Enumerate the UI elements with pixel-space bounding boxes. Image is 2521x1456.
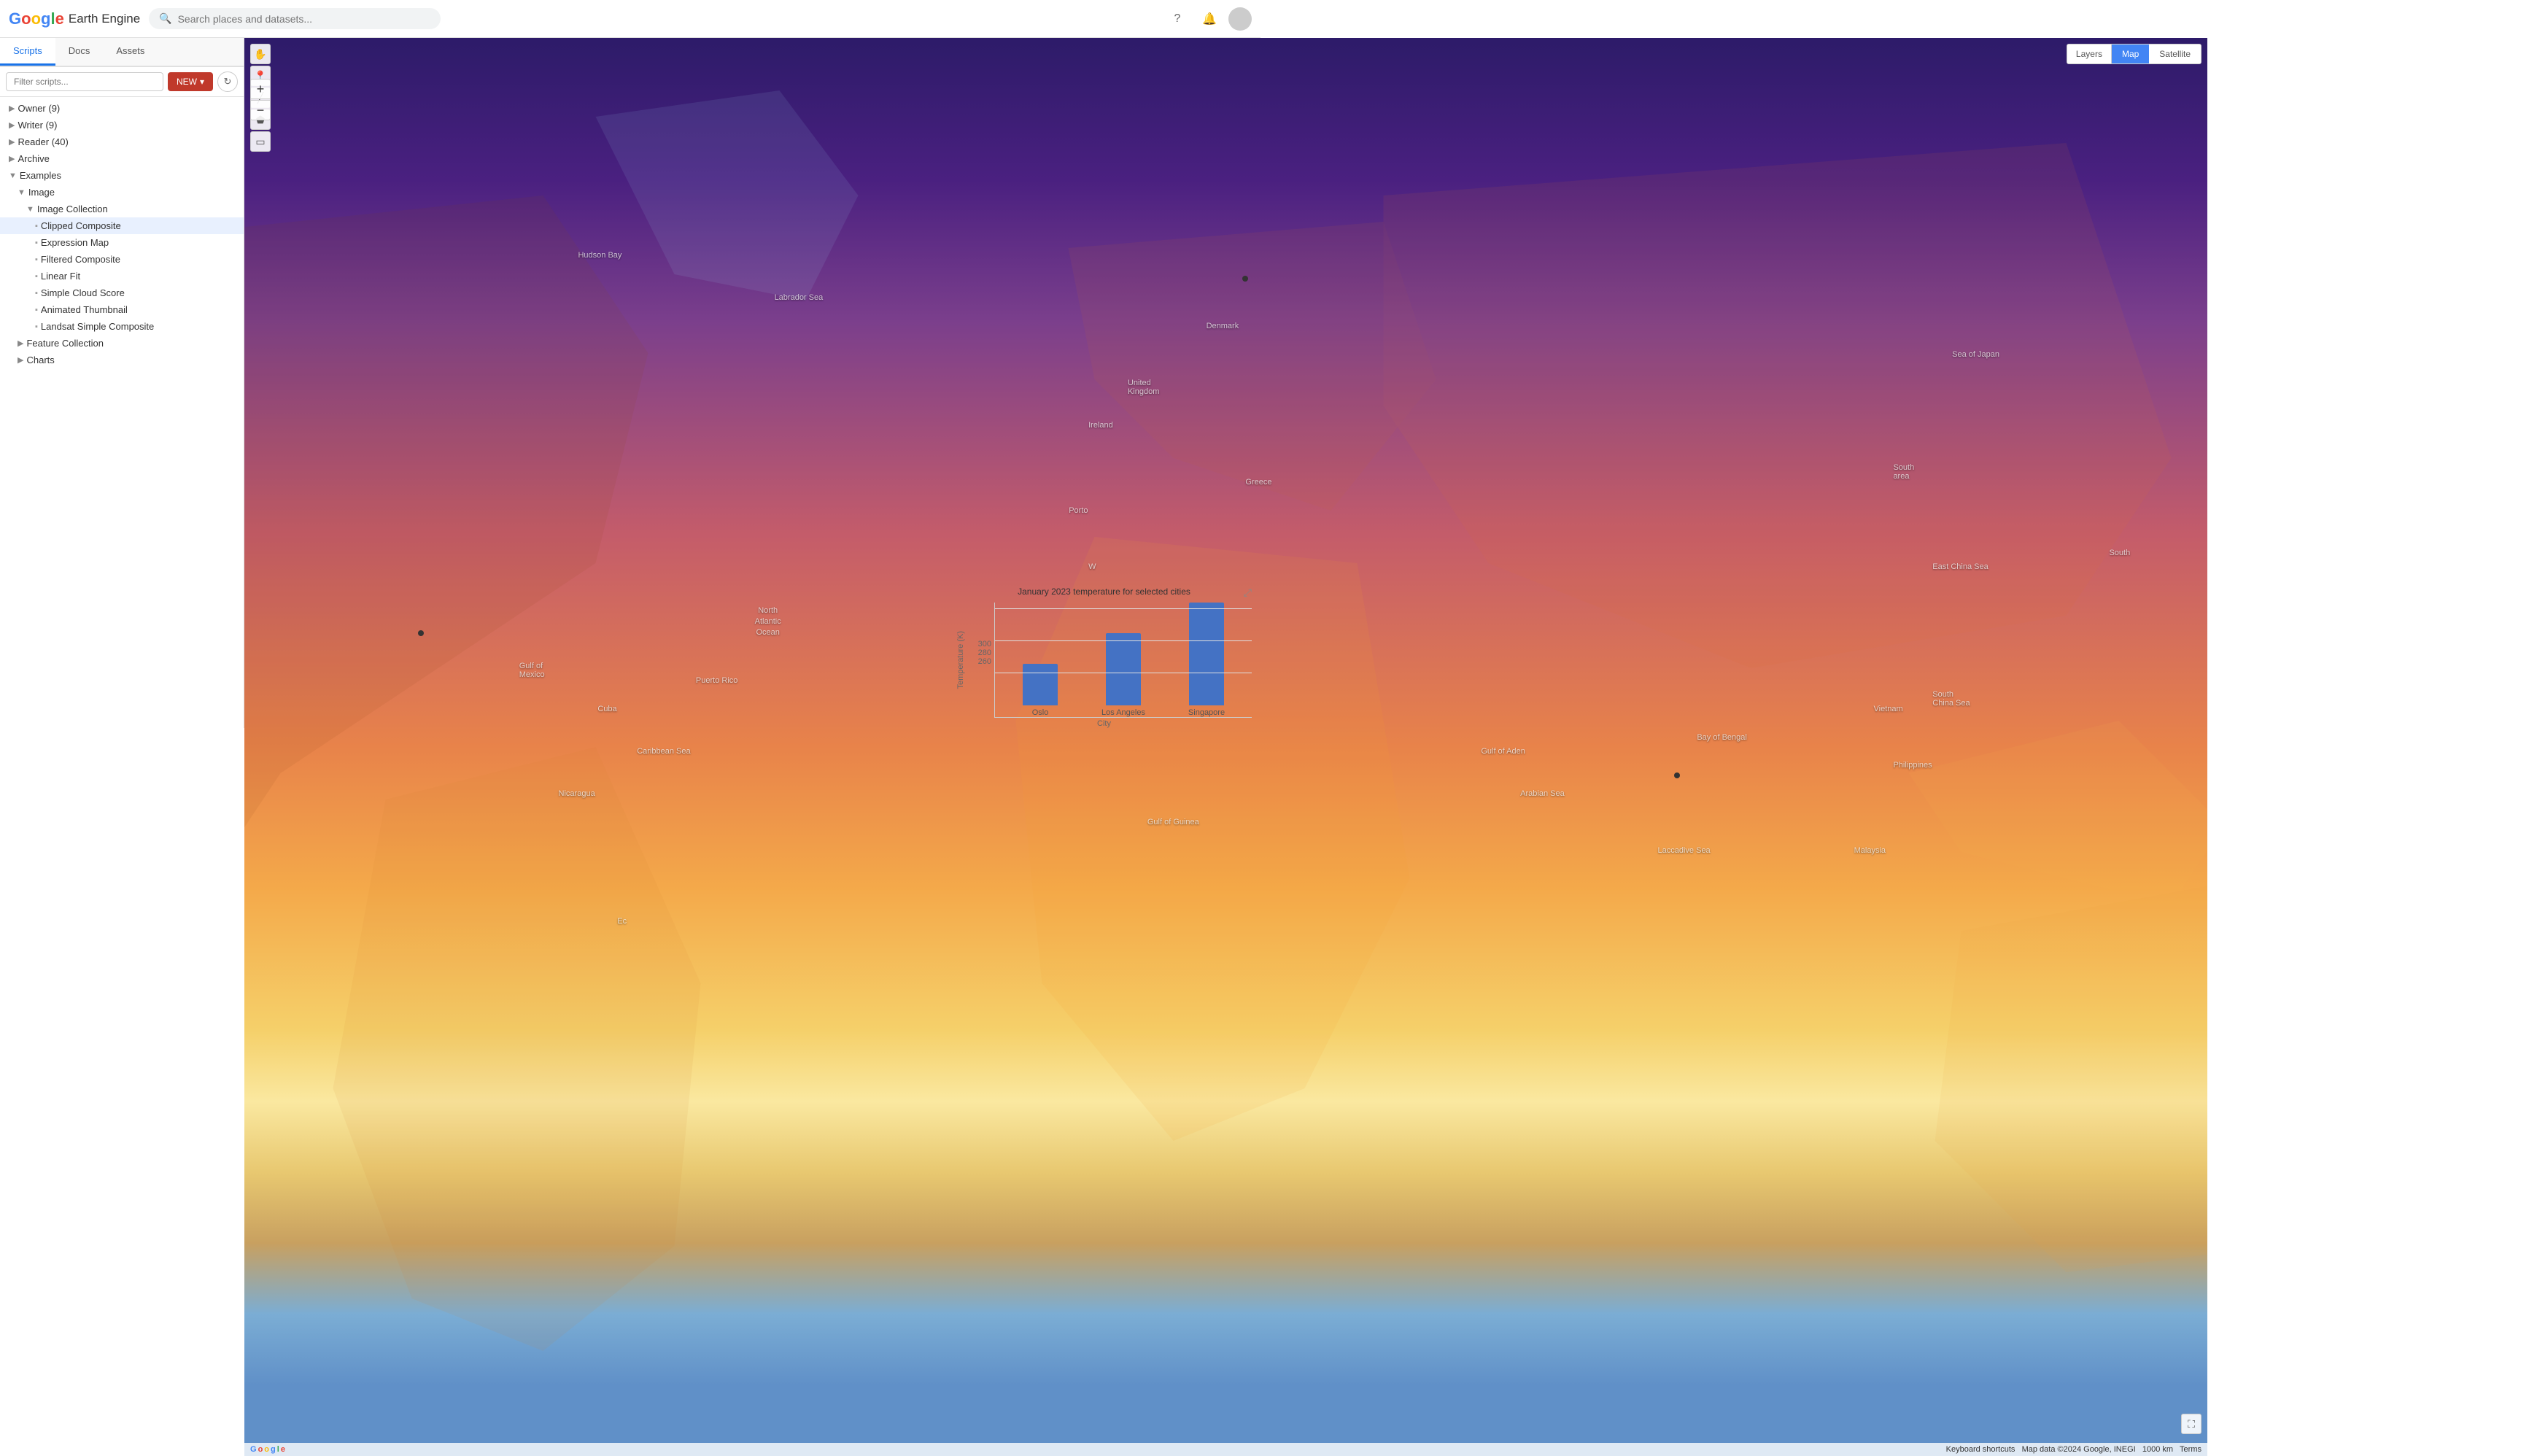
editor-mid-section: New Script * Get Link ▾ Save ▾ Run ▾ Res… <box>244 38 947 728</box>
tree-item-image-collection[interactable]: ▼ Image Collection <box>0 201 244 217</box>
logo-text: Earth Engine <box>69 12 140 26</box>
tree-item-clipped-composite[interactable]: ▪ Clipped Composite <box>0 217 244 234</box>
left-panel: Scripts Docs Assets NEW ▾ ↻ ▶ Owner (9) … <box>0 38 244 728</box>
map-area[interactable]: Hudson Bay Labrador Sea NorthAtlanticOce… <box>244 38 947 728</box>
y-axis-label: Temperature (K) <box>956 631 965 689</box>
search-icon: 🔍 <box>159 12 171 25</box>
tab-assets[interactable]: Assets <box>103 38 158 66</box>
tree-item-owner[interactable]: ▶ Owner (9) <box>0 100 244 117</box>
y-axis: 300 280 260 <box>968 640 994 681</box>
zoom-out-button[interactable]: − <box>250 100 271 120</box>
tree-item-archive[interactable]: ▶ Archive <box>0 150 244 167</box>
search-bar[interactable]: 🔍 <box>149 8 441 29</box>
tree-item-writer[interactable]: ▶ Writer (9) <box>0 117 244 133</box>
search-input[interactable] <box>178 13 431 25</box>
bar-singapore-label: Singapore <box>1188 708 1225 717</box>
map-container[interactable]: Hudson Bay Labrador Sea NorthAtlanticOce… <box>244 38 947 728</box>
zoom-in-button[interactable]: + <box>250 79 271 99</box>
logo: Google Earth Engine <box>9 9 140 28</box>
main: Scripts Docs Assets NEW ▾ ↻ ▶ Owner (9) … <box>0 38 1260 728</box>
tab-docs[interactable]: Docs <box>55 38 104 66</box>
filter-scripts-input[interactable] <box>6 72 163 91</box>
bar-singapore-rect <box>1189 603 1224 705</box>
map-svg <box>244 38 947 728</box>
tree-item-reader[interactable]: ▶ Reader (40) <box>0 133 244 150</box>
left-tabs: Scripts Docs Assets <box>0 38 244 67</box>
avatar[interactable] <box>1228 7 1252 31</box>
rectangle-tool-button[interactable]: ▭ <box>250 131 271 152</box>
tree-item-filtered-composite[interactable]: ▪ Filtered Composite <box>0 251 244 268</box>
bar-singapore: Singapore <box>1176 603 1237 717</box>
bar-oslo: Oslo <box>1010 664 1071 717</box>
bar-los-angeles-label: Los Angeles <box>1101 708 1145 717</box>
refresh-button[interactable]: ↻ <box>217 71 238 92</box>
bar-los-angeles: Los Angeles <box>1093 633 1154 717</box>
tree-item-landsat-composite[interactable]: ▪ Landsat Simple Composite <box>0 318 244 335</box>
header: Google Earth Engine 🔍 ? 🔔 <box>0 0 1260 38</box>
scripts-tree: ▶ Owner (9) ▶ Writer (9) ▶ Reader (40) ▶… <box>0 97 244 728</box>
map-zoom: + − <box>250 79 271 120</box>
chart-container: January 2023 temperature for selected ci… <box>948 580 1260 728</box>
los-angeles-dot <box>418 630 424 636</box>
chart-expand-button[interactable]: ⤢ <box>1244 586 1252 599</box>
bar-los-angeles-rect <box>1106 633 1141 705</box>
chart-bars: Oslo Los Angeles Singapore <box>994 603 1252 718</box>
x-axis-label: City <box>956 719 1252 728</box>
tree-item-image[interactable]: ▼ Image <box>0 184 244 201</box>
tree-item-expression-map[interactable]: ▪ Expression Map <box>0 234 244 251</box>
tab-scripts[interactable]: Scripts <box>0 38 55 66</box>
bar-oslo-rect <box>1023 664 1058 705</box>
tree-item-linear-fit[interactable]: ▪ Linear Fit <box>0 268 244 284</box>
new-script-button[interactable]: NEW ▾ <box>168 72 213 91</box>
notifications-button[interactable]: 🔔 <box>1196 6 1223 32</box>
hand-tool-button[interactable]: ✋ <box>250 44 271 64</box>
tree-item-simple-cloud-score[interactable]: ▪ Simple Cloud Score <box>0 284 244 301</box>
chart-area: Temperature (K) 300 280 260 <box>956 603 1252 719</box>
tree-item-animated-thumbnail[interactable]: ▪ Animated Thumbnail <box>0 301 244 318</box>
tree-item-feature-collection[interactable]: ▶ Feature Collection <box>0 335 244 352</box>
help-button[interactable]: ? <box>1164 6 1190 32</box>
tree-item-examples[interactable]: ▼ Examples <box>0 167 244 184</box>
bar-oslo-label: Oslo <box>1032 708 1049 717</box>
scripts-toolbar: NEW ▾ ↻ <box>0 67 244 97</box>
tree-item-charts[interactable]: ▶ Charts <box>0 352 244 368</box>
chart-title: January 2023 temperature for selected ci… <box>956 586 1252 597</box>
